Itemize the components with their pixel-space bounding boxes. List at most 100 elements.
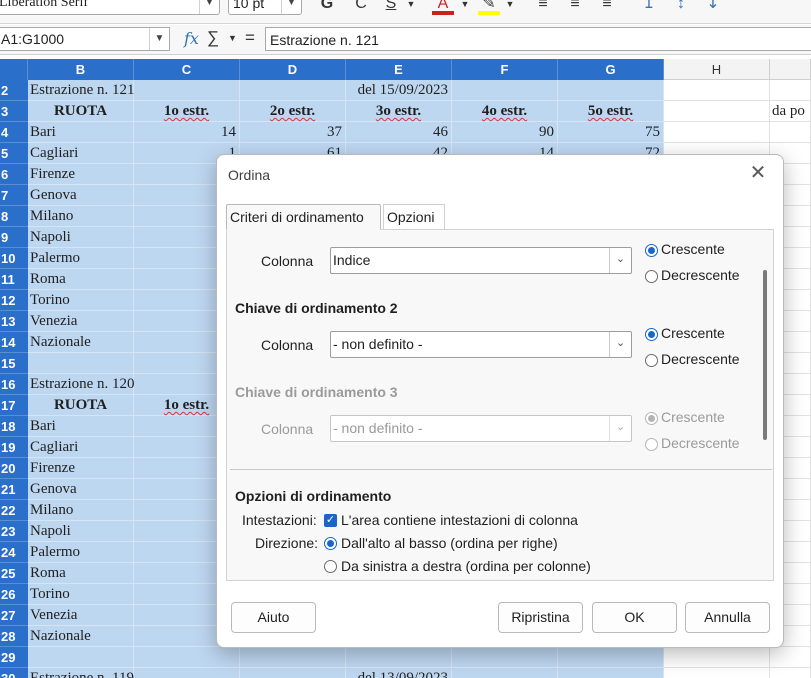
- direction-top-bottom-radio[interactable]: [324, 537, 337, 550]
- key2-descending-radio[interactable]: [645, 354, 658, 367]
- cell-i4[interactable]: [770, 122, 811, 143]
- row-header-4[interactable]: 4: [0, 122, 28, 143]
- key3-column-dropdown[interactable]: - non definito - ⌄: [330, 415, 632, 442]
- cell-h30[interactable]: [664, 668, 770, 678]
- cell-b29[interactable]: [28, 647, 134, 668]
- column-header-h[interactable]: H: [664, 59, 770, 80]
- row-header-3[interactable]: 3: [0, 101, 28, 122]
- chevron-down-icon[interactable]: ▼: [404, 0, 418, 15]
- cell-b17[interactable]: RUOTA: [28, 395, 134, 416]
- cell-c30[interactable]: [134, 668, 240, 678]
- cell-b2[interactable]: Estrazione n. 121: [28, 80, 135, 101]
- cell-b9[interactable]: Napoli: [28, 227, 134, 248]
- cell-c29[interactable]: [134, 647, 240, 668]
- select-all-corner[interactable]: [0, 59, 28, 80]
- align-right-icon[interactable]: ≡: [596, 0, 618, 15]
- cell-b27[interactable]: Venezia: [28, 605, 134, 626]
- cell-e2[interactable]: del 15/09/2023: [346, 80, 452, 101]
- cell-e29[interactable]: [346, 647, 452, 668]
- column-header-g[interactable]: G: [558, 59, 664, 80]
- row-header-7[interactable]: 7: [0, 185, 28, 206]
- chevron-down-icon[interactable]: ▼: [503, 0, 517, 15]
- cell-i29[interactable]: [770, 647, 811, 668]
- formula-input[interactable]: Estrazione n. 121: [265, 27, 811, 51]
- cell-b26[interactable]: Torino: [28, 584, 134, 605]
- cell-c2[interactable]: [134, 80, 240, 101]
- column-header-c[interactable]: C: [134, 59, 240, 80]
- row-header-25[interactable]: 25: [0, 563, 28, 584]
- cell-b24[interactable]: Palermo: [28, 542, 134, 563]
- cell-b8[interactable]: Milano: [28, 206, 134, 227]
- cell-i3[interactable]: da po: [770, 101, 811, 122]
- cell-g4[interactable]: 75: [558, 122, 664, 143]
- column-header-e[interactable]: E: [346, 59, 452, 80]
- row-header-8[interactable]: 8: [0, 206, 28, 227]
- column-header-next[interactable]: [770, 59, 811, 80]
- row-header-17[interactable]: 17: [0, 395, 28, 416]
- direction-left-right-radio[interactable]: [324, 560, 337, 573]
- row-header-12[interactable]: 12: [0, 290, 28, 311]
- row-header-15[interactable]: 15: [0, 353, 28, 374]
- cell-b14[interactable]: Nazionale: [28, 332, 134, 353]
- row-header-24[interactable]: 24: [0, 542, 28, 563]
- row-header-27[interactable]: 27: [0, 605, 28, 626]
- cell-b7[interactable]: Genova: [28, 185, 134, 206]
- cell-b20[interactable]: Firenze: [28, 458, 134, 479]
- cell-d30[interactable]: [240, 668, 346, 678]
- cell-g29[interactable]: [558, 647, 664, 668]
- italic-icon[interactable]: C: [350, 0, 372, 15]
- cell-b21[interactable]: Genova: [28, 479, 134, 500]
- key1-descending-radio[interactable]: [645, 270, 658, 283]
- align-middle-icon[interactable]: ↕: [670, 0, 692, 15]
- cell-b13[interactable]: Venezia: [28, 311, 134, 332]
- cell-b23[interactable]: Napoli: [28, 521, 134, 542]
- row-header-30[interactable]: 30: [0, 668, 28, 678]
- tab-options[interactable]: Opzioni: [383, 204, 445, 230]
- tab-sort-criteria[interactable]: Criteri di ordinamento: [226, 204, 381, 230]
- row-header-2[interactable]: 2: [0, 80, 28, 101]
- help-button[interactable]: Aiuto: [231, 602, 316, 633]
- cell-c4[interactable]: 14: [134, 122, 240, 143]
- vertical-scrollbar[interactable]: [763, 270, 767, 440]
- row-header-23[interactable]: 23: [0, 521, 28, 542]
- row-header-16[interactable]: 16: [0, 374, 28, 395]
- row-header-5[interactable]: 5: [0, 143, 28, 164]
- cell-b3[interactable]: RUOTA: [28, 101, 134, 122]
- align-left-icon[interactable]: ≡: [532, 0, 554, 15]
- chevron-down-icon[interactable]: ▼: [149, 28, 169, 50]
- cell-f4[interactable]: 90: [452, 122, 558, 143]
- cell-b19[interactable]: Cagliari: [28, 437, 134, 458]
- name-box[interactable]: A1:G1000 ▼: [0, 27, 170, 51]
- cell-b6[interactable]: Firenze: [28, 164, 134, 185]
- key2-ascending-radio[interactable]: [645, 328, 658, 341]
- column-header-b[interactable]: B: [28, 59, 134, 80]
- chevron-down-icon[interactable]: ▼: [458, 0, 472, 15]
- reset-button[interactable]: Ripristina: [498, 602, 583, 633]
- cell-b15[interactable]: [28, 353, 134, 374]
- formula-icon[interactable]: =: [245, 28, 255, 48]
- cell-f3[interactable]: 4o estr.: [452, 101, 558, 122]
- row-header-9[interactable]: 9: [0, 227, 28, 248]
- font-color-icon[interactable]: A: [432, 0, 454, 15]
- cell-e30[interactable]: del 13/09/2023: [346, 668, 452, 678]
- cell-b4[interactable]: Bari: [28, 122, 134, 143]
- cell-b10[interactable]: Palermo: [28, 248, 134, 269]
- sum-icon[interactable]: ∑: [207, 28, 219, 48]
- cell-d29[interactable]: [240, 647, 346, 668]
- align-bottom-icon[interactable]: ↧: [702, 0, 724, 15]
- cell-f30[interactable]: [452, 668, 558, 678]
- cell-h3[interactable]: [664, 101, 770, 122]
- key2-column-dropdown[interactable]: - non definito - ⌄: [330, 331, 632, 358]
- cell-g3[interactable]: 5o estr.: [558, 101, 664, 122]
- cell-i2[interactable]: [770, 80, 811, 101]
- key1-column-dropdown[interactable]: Indice ⌄: [330, 247, 632, 274]
- row-header-19[interactable]: 19: [0, 437, 28, 458]
- cell-d4[interactable]: 37: [240, 122, 346, 143]
- cell-g30[interactable]: [558, 668, 664, 678]
- row-header-6[interactable]: 6: [0, 164, 28, 185]
- cell-b12[interactable]: Torino: [28, 290, 134, 311]
- row-header-26[interactable]: 26: [0, 584, 28, 605]
- row-header-18[interactable]: 18: [0, 416, 28, 437]
- highlight-icon[interactable]: ✎: [478, 0, 500, 15]
- chevron-down-icon[interactable]: ▼: [228, 33, 237, 43]
